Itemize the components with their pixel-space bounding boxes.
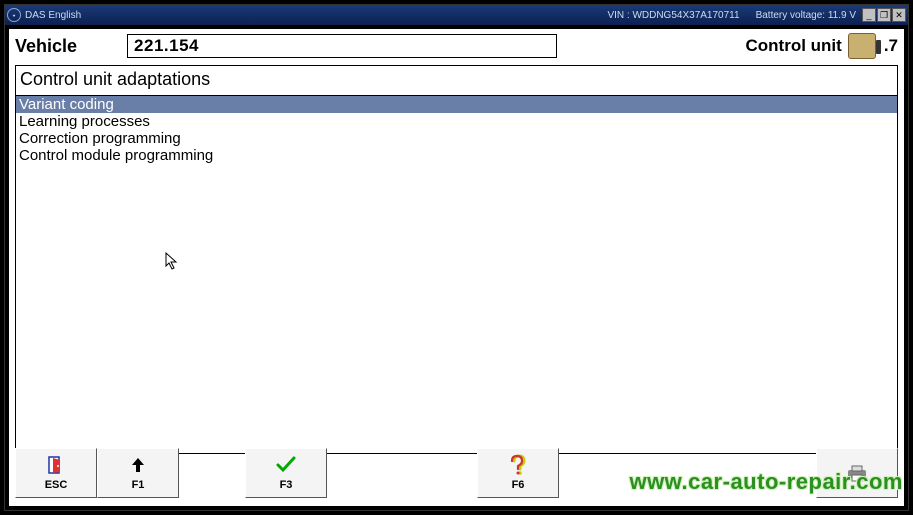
control-unit-value: .7: [884, 36, 898, 56]
list-item-variant-coding[interactable]: Variant coding: [16, 96, 897, 113]
esc-label: ESC: [45, 479, 68, 491]
app-body: Vehicle 221.154 Control unit .7 Control …: [9, 29, 904, 506]
mercedes-logo-icon: ⋆: [7, 8, 21, 22]
vehicle-label: Vehicle: [15, 36, 77, 57]
header-row: Vehicle 221.154 Control unit .7: [9, 29, 904, 65]
adaptations-panel: Control unit adaptations Variant coding …: [15, 65, 898, 454]
f6-button[interactable]: F6: [477, 448, 559, 498]
app-title: DAS English: [25, 10, 81, 21]
exit-door-icon: [46, 455, 66, 475]
panel-title: Control unit adaptations: [16, 66, 897, 96]
minimize-button[interactable]: _: [862, 8, 876, 22]
help-icon: [508, 455, 528, 475]
maximize-button[interactable]: ❐: [877, 8, 891, 22]
list-item-learning-processes[interactable]: Learning processes: [16, 113, 897, 130]
f3-button[interactable]: F3: [245, 448, 327, 498]
control-unit-icon: [848, 33, 876, 59]
control-unit-label: Control unit: [746, 36, 842, 56]
title-bar: ⋆ DAS English VIN : WDDNG54X37A170711 Ba…: [5, 5, 908, 25]
vin-label: VIN : WDDNG54X37A170711: [607, 10, 739, 21]
esc-button[interactable]: ESC: [15, 448, 97, 498]
vehicle-value: 221.154: [127, 34, 557, 58]
f3-label: F3: [280, 479, 293, 491]
up-arrow-icon: [129, 455, 147, 475]
f1-button[interactable]: F1: [97, 448, 179, 498]
checkmark-icon: [276, 455, 296, 475]
list-item-control-module-programming[interactable]: Control module programming: [16, 147, 897, 164]
window-frame: ⋆ DAS English VIN : WDDNG54X37A170711 Ba…: [4, 4, 909, 511]
f1-label: F1: [132, 479, 145, 491]
printer-icon: [846, 463, 868, 483]
print-button[interactable]: [816, 448, 898, 498]
list-item-correction-programming[interactable]: Correction programming: [16, 130, 897, 147]
function-button-bar: ESC F1 F3: [15, 448, 898, 502]
close-button[interactable]: ✕: [892, 8, 906, 22]
battery-voltage-label: Battery voltage: 11.9 V: [756, 10, 856, 21]
f6-label: F6: [512, 479, 525, 491]
